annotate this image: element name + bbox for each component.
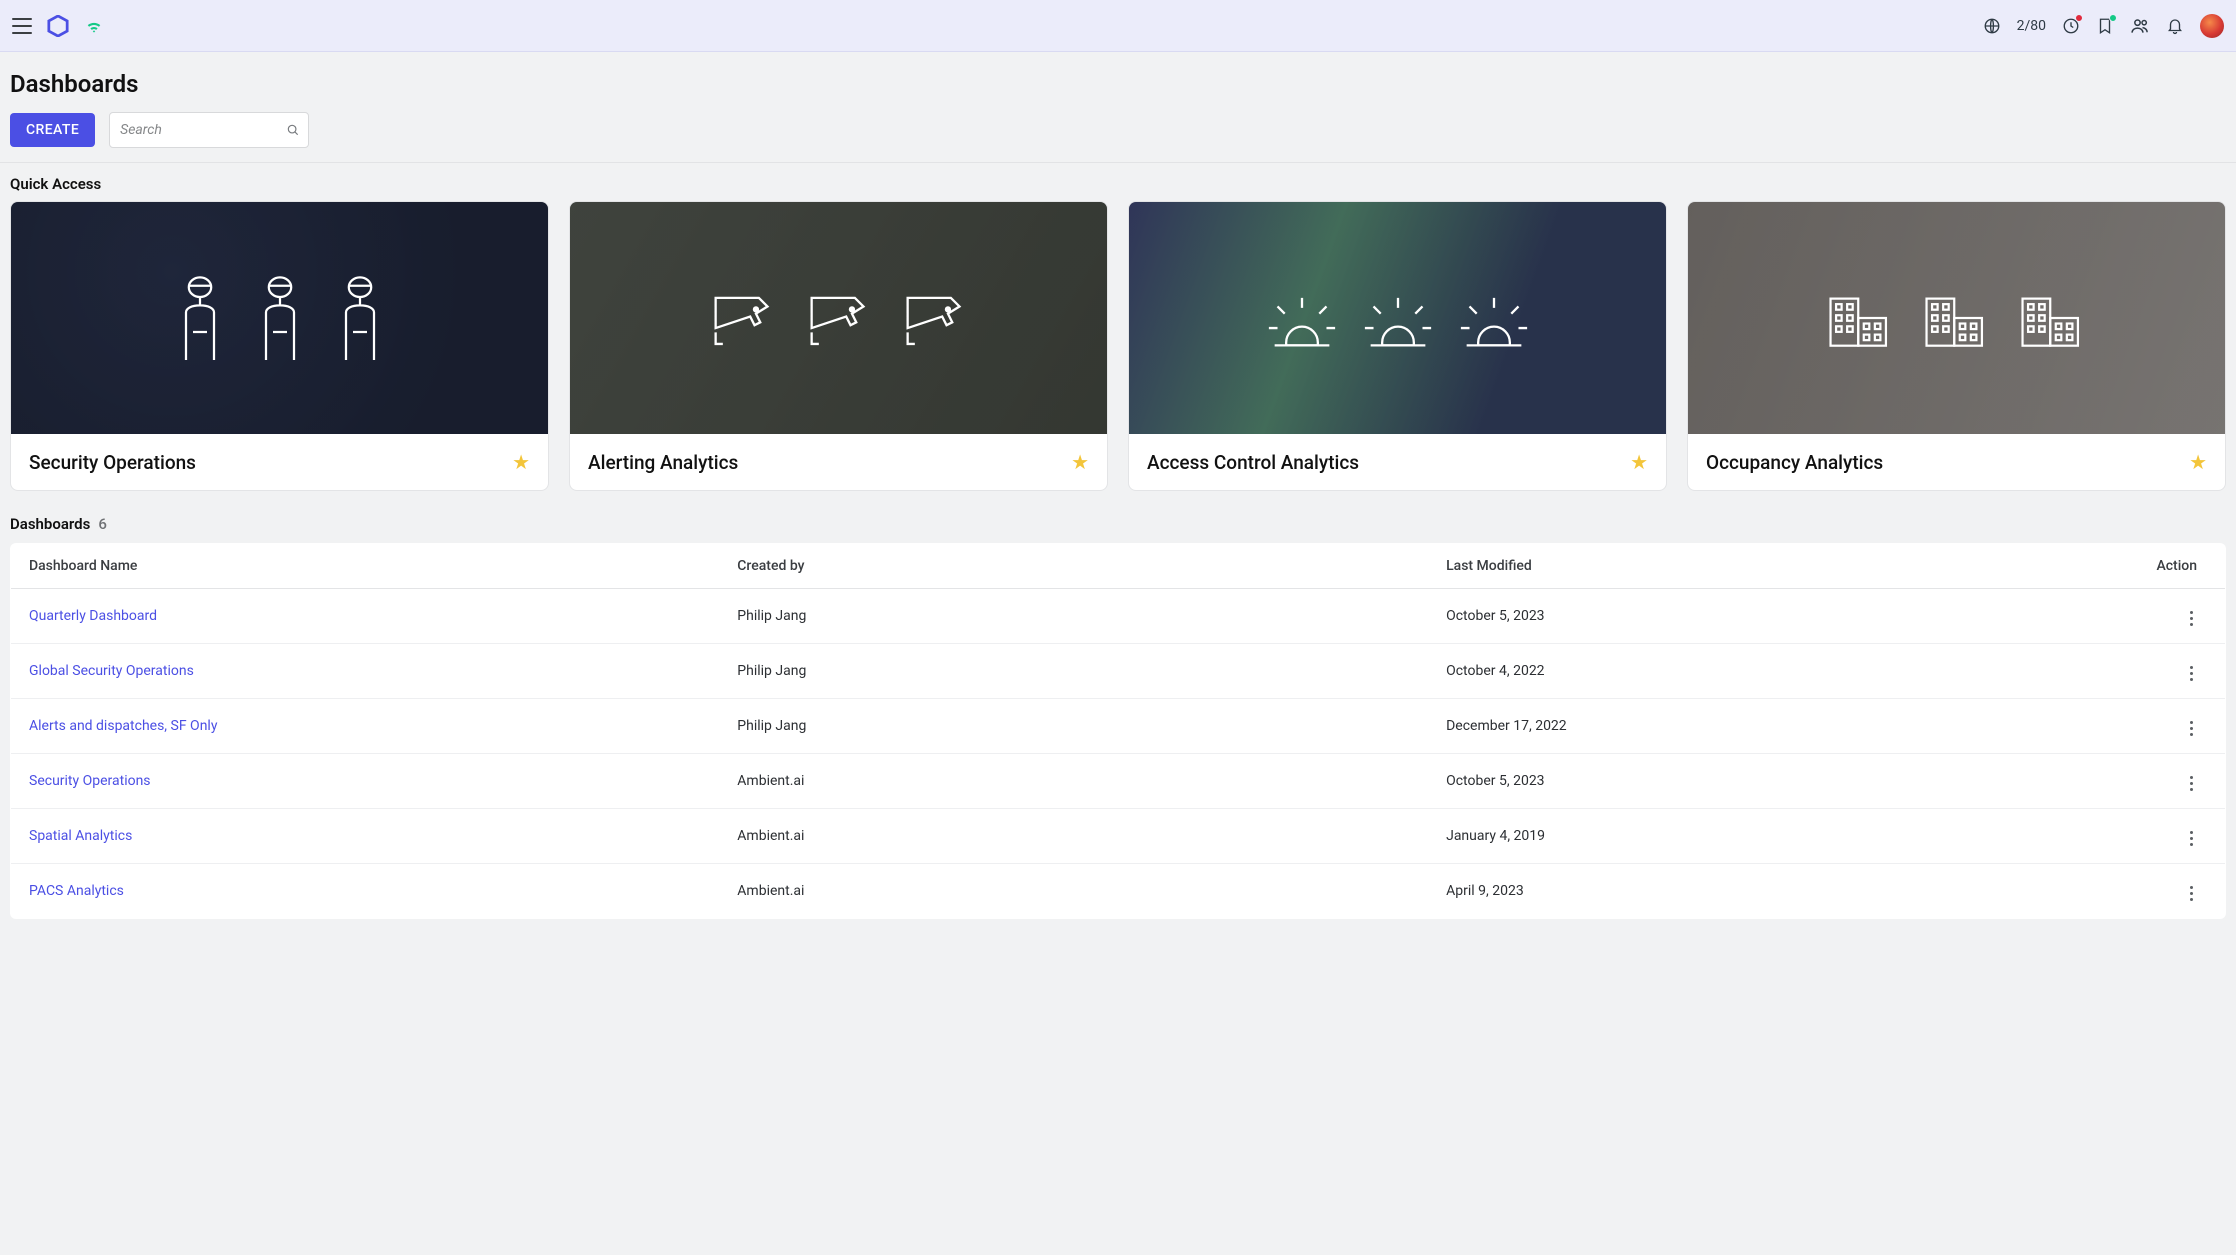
card-title: Access Control Analytics	[1147, 451, 1359, 474]
row-actions-icon[interactable]	[2186, 882, 2197, 905]
star-icon[interactable]: ★	[1071, 450, 1089, 474]
table-row: PACS Analytics Ambient.aiApril 9, 2023	[11, 864, 2226, 919]
row-actions-icon[interactable]	[2186, 662, 2197, 685]
star-icon[interactable]: ★	[1630, 450, 1648, 474]
cell-last-modified: January 4, 2019	[1428, 809, 2048, 864]
dashboards-table-section: Dashboards 6 Dashboard Name Created by L…	[0, 515, 2236, 949]
security-guards-icon	[11, 202, 548, 434]
cameras-icon	[570, 202, 1107, 434]
dashboards-table-title: Dashboards 6	[10, 515, 2226, 533]
cell-created-by: Ambient.ai	[719, 809, 1428, 864]
search-icon	[286, 123, 300, 137]
dashboard-link[interactable]: Alerts and dispatches, SF Only	[29, 718, 217, 734]
buildings-icon	[1688, 202, 2225, 434]
cell-last-modified: October 5, 2023	[1428, 589, 2048, 644]
row-actions-icon[interactable]	[2186, 717, 2197, 740]
col-last-modified[interactable]: Last Modified	[1428, 544, 2048, 589]
table-row: Spatial Analytics Ambient.aiJanuary 4, 20…	[11, 809, 2226, 864]
connection-status-icon	[84, 16, 104, 36]
top-nav-right: 2/80	[1983, 14, 2224, 38]
search-field[interactable]	[109, 112, 309, 148]
cell-action	[2048, 809, 2225, 864]
bell-icon[interactable]	[2166, 17, 2184, 35]
app-logo-icon[interactable]	[46, 14, 70, 38]
table-row: Security Operations Ambient.aiOctober 5, …	[11, 754, 2226, 809]
top-nav-left	[12, 14, 104, 38]
cell-created-by: Philip Jang	[719, 644, 1428, 699]
quick-access-card-security-operations[interactable]: Security Operations ★	[10, 201, 549, 491]
cell-dashboard-name: Alerts and dispatches, SF Only	[11, 699, 720, 754]
dashboard-link[interactable]: Quarterly Dashboard	[29, 608, 157, 624]
quick-access-card-occupancy[interactable]: Occupancy Analytics ★	[1687, 201, 2226, 491]
bookmark-icon[interactable]	[2096, 17, 2114, 35]
row-actions-icon[interactable]	[2186, 772, 2197, 795]
cell-action	[2048, 589, 2225, 644]
header-actions: CREATE	[10, 112, 2226, 148]
page-title: Dashboards	[10, 70, 2226, 98]
dashboard-link[interactable]: PACS Analytics	[29, 883, 124, 899]
table-row: Quarterly Dashboard Philip JangOctober 5,…	[11, 589, 2226, 644]
page-header: Dashboards CREATE	[0, 52, 2236, 163]
quick-access-grid: Security Operations ★ Alerting Analytics…	[10, 201, 2226, 491]
col-action: Action	[2048, 544, 2225, 589]
cell-action	[2048, 864, 2225, 919]
nav-counter: 2/80	[2017, 18, 2046, 34]
card-title: Security Operations	[29, 451, 196, 474]
cell-dashboard-name: Global Security Operations	[11, 644, 720, 699]
cell-last-modified: December 17, 2022	[1428, 699, 2048, 754]
cell-last-modified: October 4, 2022	[1428, 644, 2048, 699]
user-avatar[interactable]	[2200, 14, 2224, 38]
table-title-text: Dashboards	[10, 515, 90, 533]
card-title: Alerting Analytics	[588, 451, 738, 474]
menu-icon[interactable]	[12, 18, 32, 34]
star-icon[interactable]: ★	[2189, 450, 2207, 474]
star-icon[interactable]: ★	[512, 450, 530, 474]
users-icon[interactable]	[2130, 16, 2150, 36]
top-nav: 2/80	[0, 0, 2236, 52]
cell-created-by: Ambient.ai	[719, 754, 1428, 809]
col-dashboard-name[interactable]: Dashboard Name	[11, 544, 720, 589]
dashboard-link[interactable]: Spatial Analytics	[29, 828, 132, 844]
cell-action	[2048, 644, 2225, 699]
table-row: Alerts and dispatches, SF Only Philip Jan…	[11, 699, 2226, 754]
quick-access-card-alerting-analytics[interactable]: Alerting Analytics ★	[569, 201, 1108, 491]
cell-dashboard-name: Spatial Analytics	[11, 809, 720, 864]
cell-action	[2048, 699, 2225, 754]
create-button[interactable]: CREATE	[10, 113, 95, 147]
cell-action	[2048, 754, 2225, 809]
cell-created-by: Philip Jang	[719, 589, 1428, 644]
search-input[interactable]	[120, 122, 298, 138]
activity-icon[interactable]	[2062, 17, 2080, 35]
card-title: Occupancy Analytics	[1706, 451, 1883, 474]
dashboard-link[interactable]: Global Security Operations	[29, 663, 194, 679]
quick-access-title: Quick Access	[10, 175, 2226, 193]
row-actions-icon[interactable]	[2186, 607, 2197, 630]
cell-dashboard-name: Security Operations	[11, 754, 720, 809]
globe-icon[interactable]	[1983, 17, 2001, 35]
quick-access-card-access-control[interactable]: Access Control Analytics ★	[1128, 201, 1667, 491]
table-count: 6	[98, 515, 107, 533]
cell-created-by: Ambient.ai	[719, 864, 1428, 919]
cell-dashboard-name: PACS Analytics	[11, 864, 720, 919]
row-actions-icon[interactable]	[2186, 827, 2197, 850]
col-created-by[interactable]: Created by	[719, 544, 1428, 589]
table-row: Global Security Operations Philip JangOct…	[11, 644, 2226, 699]
cell-created-by: Philip Jang	[719, 699, 1428, 754]
cell-last-modified: October 5, 2023	[1428, 754, 2048, 809]
quick-access-section: Quick Access Security Operations ★ Alert…	[0, 163, 2236, 497]
cell-last-modified: April 9, 2023	[1428, 864, 2048, 919]
dashboards-table: Dashboard Name Created by Last Modified …	[10, 543, 2226, 919]
alarm-lights-icon	[1129, 202, 1666, 434]
cell-dashboard-name: Quarterly Dashboard	[11, 589, 720, 644]
dashboard-link[interactable]: Security Operations	[29, 773, 151, 789]
